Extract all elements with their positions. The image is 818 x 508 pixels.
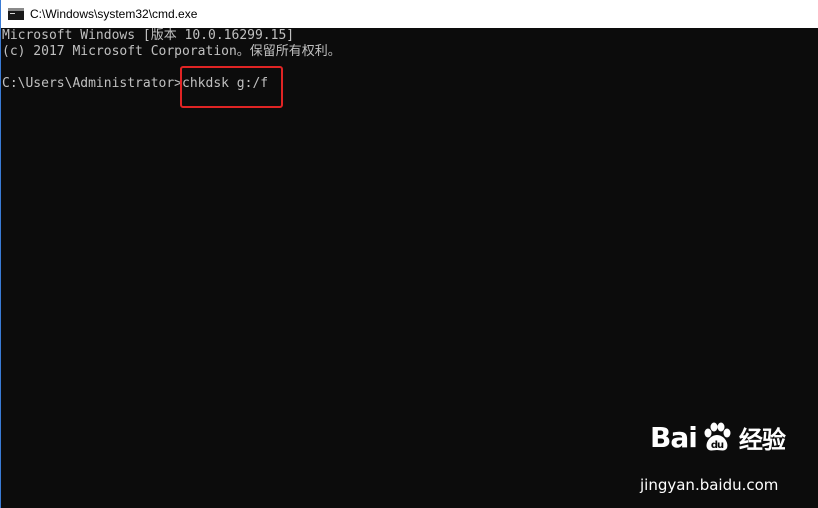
cmd-window: C:\Windows\system32\cmd.exe Microsoft Wi… xyxy=(0,0,818,508)
watermark-logo-left: Bai xyxy=(650,421,698,454)
console-line: Microsoft Windows [版本 10.0.16299.15] xyxy=(2,28,295,43)
baidu-jingyan-watermark: Bai du 经验 jingyan.baidu.com xyxy=(640,414,800,494)
watermark-logo: Bai du 经验 xyxy=(650,420,786,455)
command-highlight-box xyxy=(180,66,283,108)
console-line: (c) 2017 Microsoft Corporation。保留所有权利。 xyxy=(2,44,341,59)
cmd-icon xyxy=(8,8,24,20)
svg-text:du: du xyxy=(711,440,724,451)
baidu-paw-icon: du xyxy=(704,422,731,451)
watermark-logo-right: 经验 xyxy=(738,426,786,454)
command-line: C:\Users\Administrator>chkdsk g:/f xyxy=(2,76,269,91)
watermark-url: jingyan.baidu.com xyxy=(640,476,779,494)
window-title: C:\Windows\system32\cmd.exe xyxy=(30,7,198,21)
window-left-border xyxy=(0,0,1,508)
title-bar[interactable]: C:\Windows\system32\cmd.exe xyxy=(0,0,818,28)
